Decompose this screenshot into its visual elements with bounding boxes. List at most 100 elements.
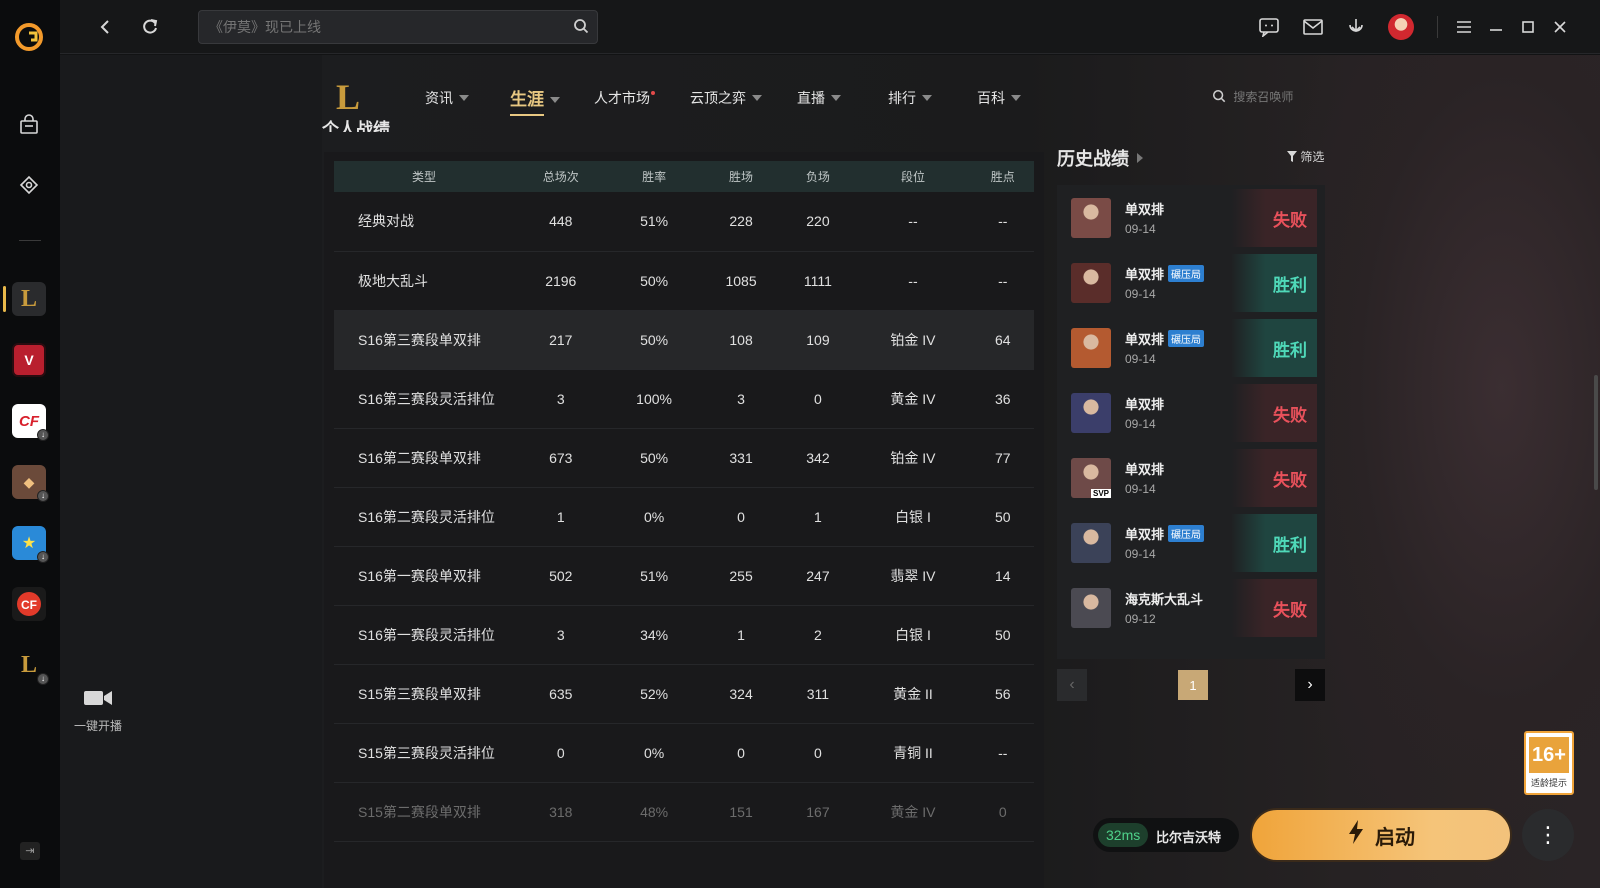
game-valorant-icon[interactable]: V (12, 343, 46, 377)
filter-icon (1287, 150, 1300, 164)
nav-item-tft[interactable]: 云顶之弈 (690, 88, 762, 108)
table-cell: 0 (514, 723, 608, 783)
table-cell: 50% (607, 251, 701, 311)
game-pokemon-icon[interactable]: ★ ↓ (12, 526, 49, 563)
search-icon (1212, 89, 1233, 104)
match-item[interactable]: 单双排 09-14 失败 (1065, 189, 1323, 247)
back-icon[interactable] (92, 14, 118, 40)
next-page-button[interactable]: › (1295, 669, 1325, 701)
table-row[interactable]: S16第二赛段灵活排位 1 0% 0 1 白银 I 50 (334, 487, 1034, 547)
nav-item-talent-market[interactable]: 人才市场 (594, 88, 655, 108)
table-cell: 经典对战 (334, 192, 514, 252)
table-cell: 50% (607, 310, 701, 370)
match-item[interactable]: 单双排 碾压局 09-14 胜利 (1065, 319, 1323, 377)
table-cell: 34% (607, 605, 701, 665)
collapse-sidebar-icon[interactable]: ⇥ (20, 842, 40, 860)
lol-logo-icon[interactable]: L (330, 76, 366, 118)
table-row[interactable]: 经典对战 448 51% 228 220 -- -- (334, 192, 1034, 252)
minimize-icon[interactable] (1483, 14, 1509, 40)
launch-button[interactable]: 启动 (1250, 808, 1512, 862)
global-search[interactable] (198, 10, 598, 44)
match-item[interactable]: 单双排 碾压局 09-14 胜利 (1065, 514, 1323, 572)
page-number-button[interactable]: 1 (1178, 670, 1208, 700)
champion-avatar (1071, 263, 1111, 303)
search-icon[interactable] (573, 18, 589, 39)
table-row[interactable]: S15第二赛段单双排 318 48% 151 167 黄金 IV 0 (334, 782, 1034, 842)
game-lol-alt-icon[interactable]: L ↓ (12, 648, 49, 685)
table-row[interactable]: S16第二赛段单双排 673 50% 331 342 铂金 IV 77 (334, 428, 1034, 488)
table-cell: 502 (514, 546, 608, 606)
nav-item-career[interactable]: 生涯 (510, 85, 560, 116)
table-cell: 324 (700, 664, 782, 724)
table-row[interactable]: S16第一赛段灵活排位 3 34% 1 2 白银 I 50 (334, 605, 1034, 665)
svp-badge: SVP (1091, 489, 1112, 498)
mail-icon[interactable] (1300, 14, 1326, 40)
menu-icon[interactable] (1451, 14, 1477, 40)
table-cell: 151 (700, 782, 782, 842)
match-item[interactable]: 单双排 碾压局 09-14 胜利 (1065, 254, 1323, 312)
game-tag-icon[interactable] (14, 170, 44, 200)
prev-page-button[interactable]: ‹ (1057, 669, 1087, 701)
maximize-icon[interactable] (1515, 14, 1541, 40)
game-qq-speed-icon[interactable]: CF ↓ (12, 404, 49, 441)
top-bar (60, 0, 1600, 54)
table-cell: 228 (700, 192, 782, 252)
table-row[interactable]: S16第三赛段单双排 217 50% 108 109 铂金 IV 64 (334, 310, 1034, 370)
refresh-icon[interactable] (137, 14, 163, 40)
stomp-tag: 碾压局 (1168, 330, 1205, 347)
game-lol-icon[interactable]: L (12, 282, 46, 316)
table-cell: 217 (514, 310, 608, 370)
match-date: 09-14 (1125, 417, 1156, 431)
match-result: 失败 (1231, 384, 1317, 442)
match-item[interactable]: 单双排 09-14 失败 (1065, 384, 1323, 442)
video-camera-icon (68, 688, 128, 711)
user-avatar[interactable] (1388, 14, 1414, 40)
table-cell: S16第三赛段灵活排位 (334, 369, 514, 429)
secondary-panel (60, 55, 322, 888)
game-crossfire-icon[interactable]: CF (12, 587, 46, 621)
match-mode: 单双排 碾压局 (1125, 264, 1205, 283)
live-stream-button[interactable]: 一键开播 (68, 688, 128, 734)
table-cell: 2 (781, 605, 855, 665)
table-cell: 342 (781, 428, 855, 488)
chat-icon[interactable] (1256, 14, 1282, 40)
champion-avatar (1071, 588, 1111, 628)
table-cell: 白银 I (854, 605, 972, 665)
table-cell: 36 (971, 369, 1034, 429)
nav-item-news[interactable]: 资讯 (425, 88, 469, 108)
server-status[interactable]: 32ms 比尔吉沃特 (1093, 818, 1239, 852)
table-cell: 0% (607, 723, 701, 783)
table-row[interactable]: S15第三赛段灵活排位 0 0% 0 0 青铜 II -- (334, 723, 1034, 783)
table-cell: 1 (700, 605, 782, 665)
table-cell: 331 (700, 428, 782, 488)
table-row[interactable]: S15第三赛段单双排 635 52% 324 311 黄金 II 56 (334, 664, 1034, 724)
col-header-losses: 负场 (805, 170, 830, 184)
store-icon[interactable] (14, 110, 44, 140)
table-cell: 极地大乱斗 (334, 251, 514, 311)
nav-item-wiki[interactable]: 百科 (977, 88, 1021, 108)
table-cell: -- (971, 723, 1034, 783)
summoner-search[interactable]: 搜索召唤师 (1212, 88, 1293, 105)
table-row[interactable]: 极地大乱斗 2196 50% 1085 1111 -- -- (334, 251, 1034, 311)
col-header-total: 总场次 (542, 170, 579, 184)
app-logo-icon[interactable] (14, 22, 44, 52)
filter-button[interactable]: 筛选 (1287, 148, 1324, 165)
table-row[interactable]: S16第三赛段灵活排位 3 100% 3 0 黄金 IV 36 (334, 369, 1034, 429)
table-cell: S16第三赛段单双排 (334, 310, 514, 370)
table-cell: S16第一赛段灵活排位 (334, 605, 514, 665)
nav-item-ranking[interactable]: 排行 (888, 88, 932, 108)
match-item[interactable]: 海克斯大乱斗 09-12 失败 (1065, 579, 1323, 637)
more-options-button[interactable]: ⋮ (1522, 809, 1574, 861)
close-icon[interactable] (1547, 14, 1573, 40)
app-sidebar: L V CF ↓ ◆ ↓ ★ ↓ CF L ↓ ⇥ (0, 0, 60, 888)
game-tft-icon[interactable]: ◆ ↓ (12, 465, 49, 502)
download-icon[interactable] (1343, 14, 1369, 40)
match-mode: 单双排 (1125, 462, 1165, 477)
nav-item-live[interactable]: 直播 (797, 88, 841, 108)
stomp-tag: 碾压局 (1168, 525, 1205, 542)
scrollbar-thumb[interactable] (1594, 375, 1598, 490)
history-title[interactable]: 历史战绩 (1057, 145, 1143, 171)
match-item[interactable]: SVP 单双排 09-14 失败 (1065, 449, 1323, 507)
search-input[interactable] (209, 17, 559, 37)
table-row[interactable]: S16第一赛段单双排 502 51% 255 247 翡翠 IV 14 (334, 546, 1034, 606)
